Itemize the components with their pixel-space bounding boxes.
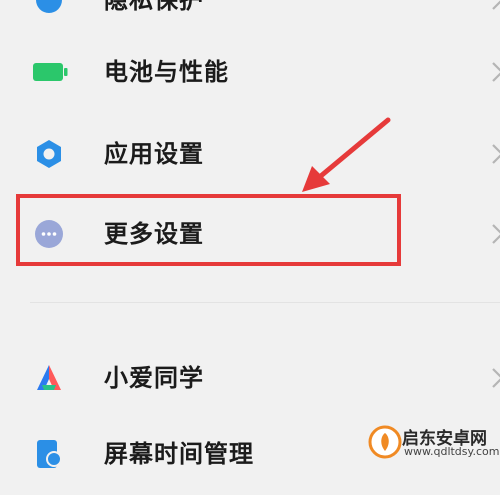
settings-item-xiaoai[interactable]: 小爱同学 [0, 337, 500, 419]
annotation-arrow-icon [296, 116, 396, 198]
settings-item-app-settings[interactable]: 应用设置 [0, 113, 500, 195]
settings-item-label: 应用设置 [104, 140, 204, 168]
settings-item-battery[interactable]: 电池与性能 [0, 31, 500, 113]
watermark-logo-icon [368, 425, 402, 459]
section-divider [30, 302, 500, 303]
annotation-highlight-box [16, 194, 401, 266]
chevron-right-icon [491, 61, 500, 83]
watermark-url: www.qdltdsy.com [404, 445, 500, 458]
site-watermark: 启东安卓网 www.qdltdsy.com [368, 423, 500, 461]
chevron-right-icon [491, 367, 500, 389]
chevron-right-icon [491, 223, 500, 245]
xiaoai-assistant-icon [34, 363, 64, 393]
chevron-right-icon [491, 0, 500, 11]
privacy-icon [34, 0, 64, 15]
settings-item-label: 电池与性能 [104, 58, 229, 86]
screen-time-icon [34, 439, 64, 469]
chevron-right-icon [491, 143, 500, 165]
settings-item-label: 屏幕时间管理 [104, 440, 254, 468]
battery-icon [33, 61, 69, 83]
gear-icon [34, 139, 64, 169]
settings-item-label: 小爱同学 [104, 364, 204, 392]
